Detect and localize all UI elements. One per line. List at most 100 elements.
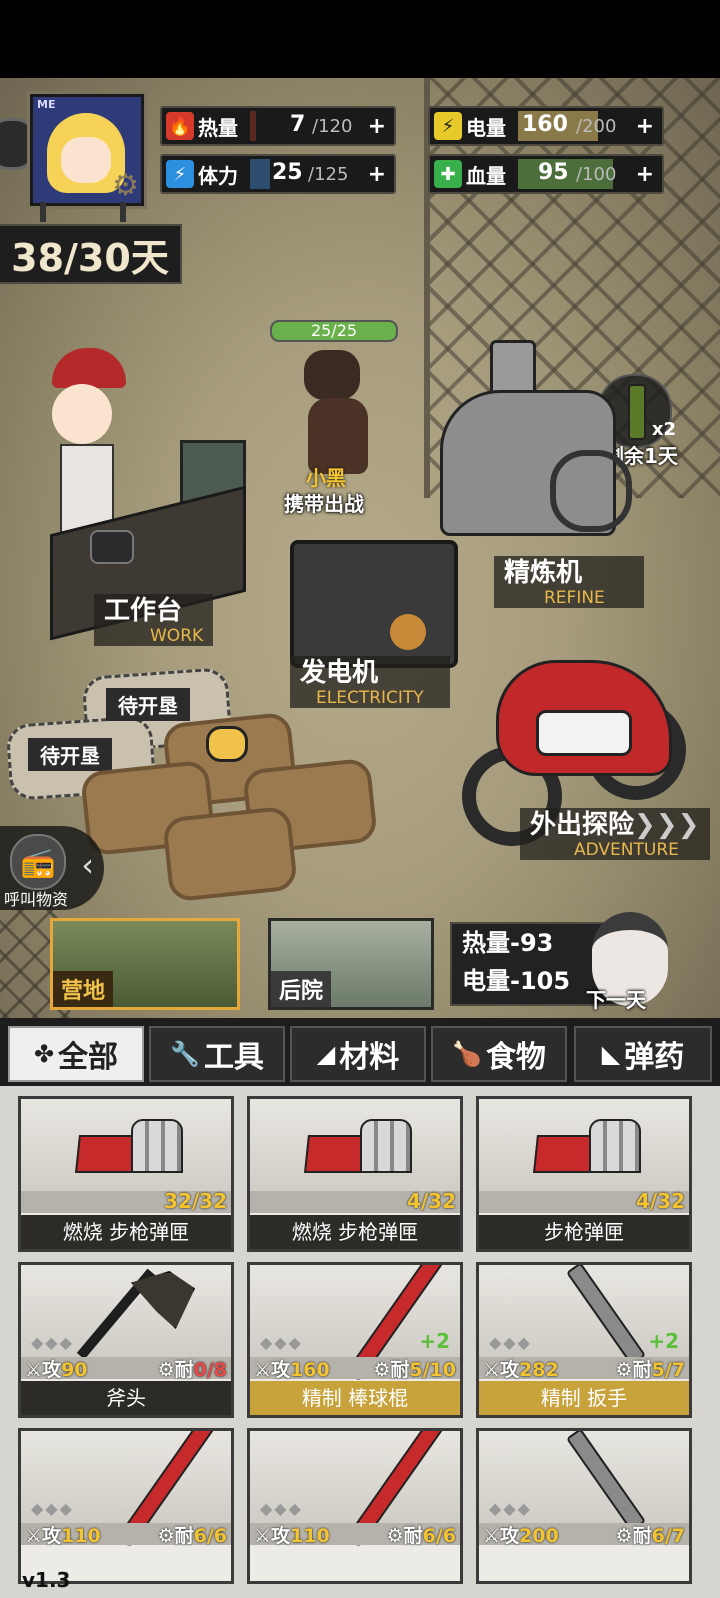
- item-attack: ⚔攻160: [254, 1359, 330, 1381]
- attack-value: 90: [61, 1359, 88, 1381]
- inventory-item[interactable]: ◆◆◆ ⚔攻110 ⚙耐6/6: [18, 1428, 234, 1584]
- refine-en: REFINE: [544, 588, 605, 608]
- inventory-item[interactable]: ◆◆◆ ⚔攻90 ⚙耐0/8 斧头: [18, 1262, 234, 1418]
- adventure-label[interactable]: 外出探险❯❯❯ ADVENTURE: [520, 808, 710, 860]
- material-icon: ◢: [316, 1040, 336, 1068]
- power-add-button[interactable]: +: [636, 114, 654, 139]
- avatar-stand: [40, 202, 46, 222]
- generator[interactable]: [290, 530, 460, 670]
- bullet-icon: ◣: [601, 1040, 621, 1068]
- avatar-face: [61, 137, 111, 183]
- item-name: 燃烧 步枪弹匣: [21, 1215, 231, 1249]
- attack-label: 攻: [271, 1359, 291, 1381]
- location-backyard[interactable]: 后院: [268, 918, 434, 1010]
- dog-action[interactable]: 携带出战: [284, 488, 364, 517]
- power-stat: ⚡ 电量 160 /200 +: [428, 106, 664, 146]
- inventory-item[interactable]: 32/32 燃烧 步枪弹匣: [18, 1096, 234, 1252]
- backyard-label: 后院: [271, 971, 332, 1007]
- bullets-icon: [131, 1119, 183, 1173]
- inventory-item[interactable]: ◆◆◆ +2 ⚔攻160 ⚙耐5/10 精制 棒球棍: [247, 1262, 463, 1418]
- blood-value: 95: [538, 160, 569, 185]
- durability-label: 耐: [390, 1359, 410, 1381]
- player-avatar[interactable]: ME ⚙: [30, 94, 144, 206]
- item-durability: ⚙耐0/8: [157, 1359, 227, 1381]
- item-durability: ⚙耐6/6: [386, 1525, 456, 1547]
- red-cap: [52, 348, 126, 388]
- stamina-stat: ⚡ 体力 25 /125 +: [160, 154, 396, 194]
- adventure-en: ADVENTURE: [574, 840, 679, 860]
- item-attack: ⚔攻282: [483, 1359, 559, 1381]
- refine-label[interactable]: 精炼机 REFINE: [494, 556, 644, 608]
- inventory-grid: 32/32 燃烧 步枪弹匣 4/32 燃烧 步枪弹匣 4/32 步枪弹匣 ◆◆◆…: [0, 1086, 720, 1598]
- refine-machine[interactable]: [420, 340, 632, 550]
- dog-companion[interactable]: [290, 330, 380, 480]
- farm-plot[interactable]: [161, 805, 299, 903]
- inventory-item[interactable]: 4/32 燃烧 步枪弹匣: [247, 1096, 463, 1252]
- tab-label: 材料: [339, 1040, 400, 1075]
- generator-label[interactable]: 发电机 ELECTRICITY: [290, 656, 450, 708]
- blood-drop-icon: ✚: [434, 160, 462, 188]
- seed-icon[interactable]: [206, 726, 248, 762]
- wrench-icon: 🔧: [170, 1040, 200, 1068]
- inventory-item[interactable]: ◆◆◆ +2 ⚔攻282 ⚙耐5/7 精制 扳手: [476, 1262, 692, 1418]
- plot-label: 待开垦: [28, 738, 112, 771]
- inventory-item[interactable]: ◆◆◆ ⚔攻110 ⚙耐6/6: [247, 1428, 463, 1584]
- item-count: 4/32: [406, 1189, 456, 1213]
- refine-cn: 精炼机: [504, 558, 583, 588]
- power-value: 160: [522, 112, 568, 137]
- durability-label: 耐: [174, 1525, 194, 1547]
- plot-label: 待开垦: [106, 688, 190, 721]
- bullets-icon: [360, 1119, 412, 1173]
- power-max: /200: [576, 116, 617, 137]
- item-name: 步枪弹匣: [479, 1215, 689, 1249]
- version-label: v1.3: [22, 1568, 71, 1592]
- gear-icon[interactable]: ⚙: [112, 171, 139, 201]
- wrench-icon: [565, 1431, 647, 1532]
- heat-label: 热量: [198, 115, 238, 140]
- tab-materials[interactable]: ◢ 材料: [290, 1026, 426, 1082]
- dog-head: [304, 350, 360, 400]
- tab-all[interactable]: ✤ 全部: [8, 1026, 144, 1082]
- item-name: 燃烧 步枪弹匣: [250, 1215, 460, 1249]
- heat-max: /120: [312, 116, 353, 137]
- next-day-label: 下一天: [586, 988, 646, 1012]
- generator-body: [290, 540, 458, 668]
- tab-tools[interactable]: 🔧 工具: [149, 1026, 285, 1082]
- tab-ammo[interactable]: ◣ 弹药: [574, 1026, 712, 1082]
- attack-label: 攻: [42, 1525, 62, 1547]
- item-image: [250, 1099, 460, 1191]
- tab-label: 食物: [485, 1040, 546, 1075]
- generator-tank: [390, 614, 426, 650]
- character-face: [52, 384, 112, 444]
- heat-add-button[interactable]: +: [368, 114, 386, 139]
- wrench-icon: [565, 1265, 647, 1366]
- next-day-button[interactable]: 下一天: [580, 912, 678, 1012]
- durability-value: 6/6: [422, 1525, 456, 1547]
- generator-en: ELECTRICITY: [316, 688, 424, 708]
- inventory-item[interactable]: ◆◆◆ ⚔攻200 ⚙耐6/7: [476, 1428, 692, 1584]
- heat-stat: 🔥 热量 7 /120 +: [160, 106, 396, 146]
- workbench-label[interactable]: 工作台 WORK: [94, 594, 214, 646]
- attack-label: 攻: [500, 1525, 520, 1547]
- item-attack: ⚔攻110: [25, 1525, 101, 1547]
- attack-value: 110: [290, 1525, 330, 1547]
- bottle-count: x2: [651, 419, 676, 440]
- blood-add-button[interactable]: +: [636, 162, 654, 187]
- location-camp[interactable]: 营地: [50, 918, 240, 1010]
- workbench-cn: 工作台: [104, 596, 183, 626]
- durability-label: 耐: [174, 1359, 194, 1381]
- stamina-add-button[interactable]: +: [368, 162, 386, 187]
- workbench[interactable]: [50, 440, 250, 641]
- flame-icon: 🔥: [166, 112, 194, 140]
- cooking-pot-icon: [90, 530, 134, 564]
- call-supplies-button[interactable]: 📻 ‹ 呼叫物资: [0, 826, 104, 910]
- drumstick-icon: 🍗: [452, 1040, 482, 1068]
- tab-food[interactable]: 🍗 食物: [431, 1026, 567, 1082]
- attack-label: 攻: [42, 1359, 62, 1381]
- durability-value: 5/7: [651, 1359, 685, 1381]
- rarity-gems-icon: ◆◆◆: [489, 1333, 532, 1352]
- inventory-item[interactable]: 4/32 步枪弹匣: [476, 1096, 692, 1252]
- durability-value: 0/8: [193, 1359, 227, 1381]
- attack-label: 攻: [271, 1525, 291, 1547]
- refine-wheel: [550, 450, 632, 532]
